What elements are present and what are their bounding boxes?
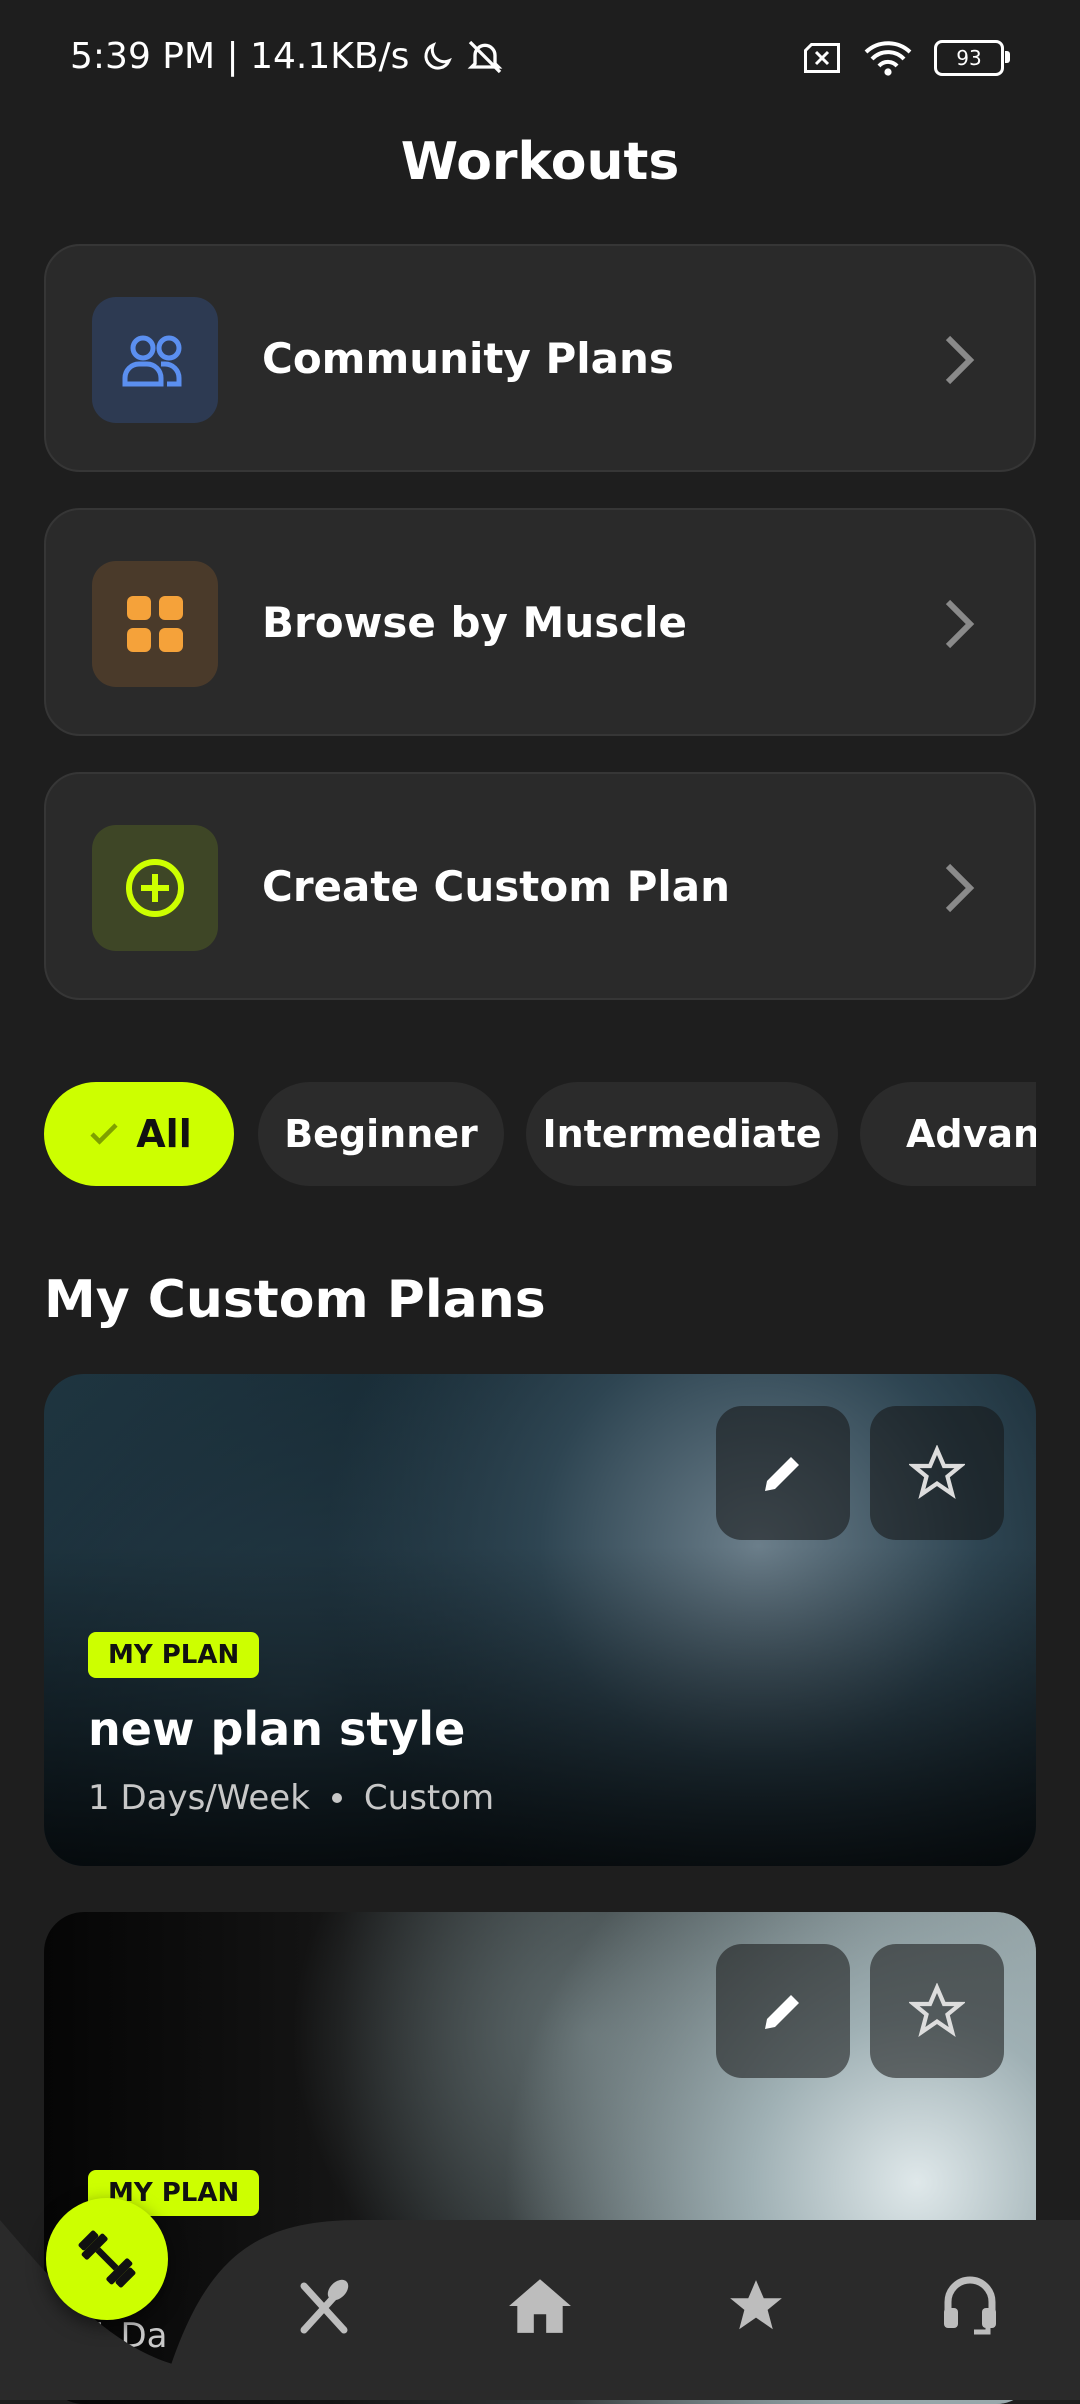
chevron-right-icon	[945, 863, 975, 913]
nav-workouts-fab[interactable]	[46, 2198, 168, 2320]
browse-by-muscle-label: Browse by Muscle	[262, 597, 688, 647]
nav-support[interactable]	[920, 2256, 1020, 2356]
star-icon	[730, 2280, 782, 2330]
section-title: My Custom Plans	[44, 1270, 546, 1330]
alarm-off-icon	[468, 40, 503, 73]
dumbbell-icon	[78, 2230, 136, 2288]
moon-icon	[424, 41, 453, 70]
plan-meta: 1 Days/Week Custom	[88, 1778, 494, 1818]
filter-chips: All Beginner Intermediate Advanced	[44, 1082, 1036, 1188]
nav-nutrition[interactable]	[274, 2256, 374, 2356]
utensils-icon	[300, 2279, 349, 2334]
plan-card[interactable]: MY PLAN new plan style 1 Days/Week Custo…	[44, 1374, 1036, 1866]
nav-home[interactable]	[490, 2256, 590, 2356]
status-time: 5:39 PM | 14.1KB/s	[70, 36, 410, 77]
plan-type: Custom	[363, 1778, 495, 1818]
community-plans-card[interactable]: Community Plans	[44, 244, 1036, 472]
wifi-icon	[864, 41, 912, 76]
nav-favorites[interactable]	[706, 2256, 806, 2356]
plus-circle-icon	[126, 859, 184, 917]
page-title: Workouts	[400, 132, 680, 192]
status-bar: 5:39 PM | 14.1KB/s 93	[0, 0, 1080, 118]
favorite-button[interactable]	[870, 1406, 1004, 1540]
pencil-icon	[765, 1457, 799, 1491]
separator-dot	[331, 1793, 342, 1803]
plan-days: 1 Days/Week	[88, 1778, 310, 1818]
my-plan-badge: MY PLAN	[88, 1632, 260, 1678]
headset-icon	[944, 2276, 996, 2335]
grid-icon	[127, 596, 183, 652]
chip-all[interactable]: All	[44, 1082, 234, 1186]
chip-intermediate[interactable]: Intermediate	[526, 1082, 838, 1186]
browse-by-muscle-card[interactable]: Browse by Muscle	[44, 508, 1036, 736]
chip-advanced[interactable]: Advanced	[860, 1082, 1036, 1186]
edit-button[interactable]	[716, 1406, 850, 1540]
chip-beginner[interactable]: Beginner	[258, 1082, 504, 1186]
battery-icon: 93	[934, 40, 1010, 76]
chevron-right-icon	[945, 335, 975, 385]
home-icon	[509, 2279, 571, 2333]
people-icon	[122, 335, 182, 387]
check-icon	[90, 1123, 118, 1145]
create-custom-plan-label: Create Custom Plan	[262, 861, 731, 911]
community-plans-label: Community Plans	[262, 333, 674, 383]
pencil-icon	[765, 1995, 799, 2029]
star-outline-icon	[909, 1445, 965, 1499]
chevron-right-icon	[945, 599, 975, 649]
sim-x-icon	[804, 43, 840, 73]
favorite-button[interactable]	[870, 1944, 1004, 2078]
edit-button[interactable]	[716, 1944, 850, 2078]
plan-name: new plan style	[88, 1702, 466, 1756]
create-custom-plan-card[interactable]: Create Custom Plan	[44, 772, 1036, 1000]
star-outline-icon	[909, 1983, 965, 2037]
